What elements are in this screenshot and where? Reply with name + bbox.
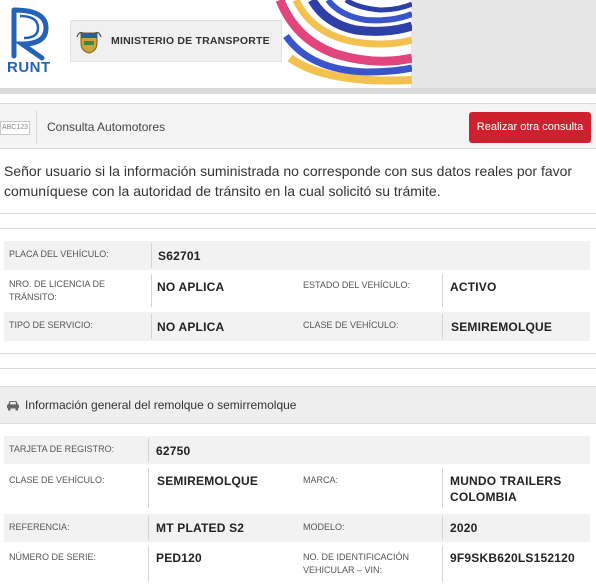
query-toolbar: ABC123 Consulta Automotores Realizar otr… [0, 103, 596, 149]
modelo-label: MODELO: [303, 522, 345, 532]
trailer-info-header: Información general del remolque o semir… [0, 386, 596, 424]
divider [0, 228, 596, 229]
banner-gray-area [411, 0, 596, 92]
page-title: Consulta Automotores [47, 120, 166, 134]
row-licencia-estado: NRO. DE LICENCIA DE TRÁNSITO: NO APLICA … [4, 272, 590, 309]
row-referencia-modelo: REFERENCIA: MT PLATED S2 MODELO: 2020 [4, 514, 590, 542]
modelo-value: 2020 [450, 521, 478, 535]
licencia-value: NO APLICA [157, 280, 225, 294]
header-banner: RUNT MINISTERIO DE TRANSPORTE [0, 0, 596, 94]
decorative-waves-icon [276, 0, 412, 85]
new-query-button[interactable]: Realizar otra consulta [469, 112, 591, 143]
vin-label: NO. DE IDENTIFICACIÓN VEHICULAR – VIN: [303, 552, 410, 575]
clase-value: SEMIREMOLQUE [157, 474, 259, 488]
tarjeta-value: 62750 [156, 444, 191, 458]
cell-separator [442, 274, 443, 307]
cell-separator [442, 516, 443, 540]
row-serie-vin: NÚMERO DE SERIE: PED120 NO. DE IDENTIFIC… [4, 544, 590, 584]
cell-separator [148, 516, 149, 540]
toolbar-separator [36, 110, 37, 144]
serie-value: PED120 [156, 551, 202, 565]
placa-value: S62701 [158, 249, 201, 263]
row-servicio-clase: TIPO DE SERVICIO: NO APLICA CLASE DE VEH… [4, 312, 590, 341]
licencia-label: NRO. DE LICENCIA DE TRÁNSITO: [9, 279, 106, 302]
cell-separator [442, 314, 443, 339]
referencia-value: MT PLATED S2 [156, 521, 245, 535]
divider [0, 353, 596, 354]
user-notice: Señor usuario si la información suminist… [4, 163, 573, 199]
runt-brand-text: RUNT [7, 59, 51, 76]
vin-value: 9F9SKB620LS152120 [450, 551, 575, 565]
referencia-label: REFERENCIA: [9, 522, 70, 532]
cell-separator [151, 243, 152, 268]
car-icon [7, 401, 19, 411]
ministry-name: MINISTERIO DE TRANSPORTE [111, 35, 270, 47]
tarjeta-label: TARJETA DE REGISTRO: [9, 444, 115, 454]
section-title: Información general del remolque o semir… [25, 398, 297, 412]
cell-separator [148, 546, 149, 582]
cell-separator [148, 438, 149, 462]
marca-label: MARCA: [303, 475, 339, 485]
divider [0, 368, 596, 369]
plate-icon: ABC123 [0, 121, 30, 135]
banner-divider [0, 88, 596, 94]
estado-label: ESTADO DEL VEHÍCULO: [303, 280, 411, 290]
row-tarjeta: TARJETA DE REGISTRO: 62750 [4, 436, 590, 464]
estado-value: ACTIVO [450, 280, 497, 294]
placa-label: PLACA DEL VEHÍCULO: [9, 249, 109, 259]
clase-label: CLASE DE VEHÍCULO: [303, 320, 399, 330]
row-placa: PLACA DEL VEHÍCULO: S62701 [4, 241, 590, 270]
row-clase-marca: CLASE DE VEHÍCULO: SEMIREMOLQUE MARCA: M… [4, 466, 590, 510]
cell-separator [151, 314, 152, 339]
clase-value: SEMIREMOLQUE [451, 320, 553, 334]
cell-separator [442, 546, 443, 582]
coat-of-arms-icon [76, 31, 102, 54]
marca-value: MUNDO TRAILERS COLOMBIA [450, 474, 562, 504]
servicio-label: TIPO DE SERVICIO: [9, 320, 93, 330]
servicio-value: NO APLICA [157, 320, 225, 334]
cell-separator [148, 468, 149, 508]
clase-label: CLASE DE VEHÍCULO: [9, 475, 105, 485]
serie-label: NÚMERO DE SERIE: [9, 552, 97, 562]
cell-separator [442, 468, 443, 508]
cell-separator [151, 274, 152, 307]
ministry-logo: MINISTERIO DE TRANSPORTE [70, 20, 282, 62]
divider [0, 213, 596, 214]
